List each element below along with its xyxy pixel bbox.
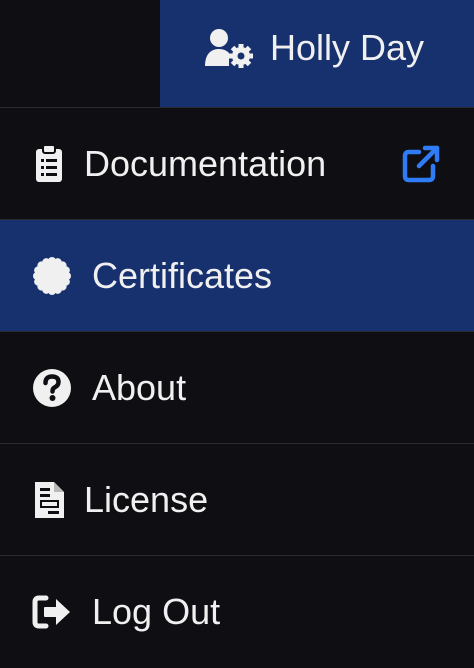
menu-item-label: Certificates [92, 255, 273, 296]
menu-item-label: License [84, 479, 209, 520]
external-link-icon[interactable] [401, 144, 441, 184]
menu-item-label: Documentation [84, 143, 327, 184]
menu-header: Holly Day [0, 0, 474, 108]
question-circle-icon [33, 369, 71, 407]
certificate-icon [33, 257, 71, 295]
menu-item-label: Log Out [92, 591, 221, 632]
menu-item-logout[interactable]: Log Out [0, 556, 474, 668]
menu-item-label: About [92, 367, 187, 408]
menu-item-documentation[interactable]: Documentation [0, 108, 474, 220]
dropdown-menu: Documentation Certificates About License… [0, 108, 474, 668]
menu-item-certificates[interactable]: Certificates [0, 220, 474, 332]
file-text-icon [35, 482, 64, 518]
user-gear-icon [205, 29, 253, 68]
menu-item-about[interactable]: About [0, 332, 474, 444]
menu-item-license[interactable]: License [0, 444, 474, 556]
sign-out-icon [32, 595, 70, 629]
user-name: Holly Day [270, 27, 425, 68]
clipboard-list-icon [36, 144, 62, 182]
